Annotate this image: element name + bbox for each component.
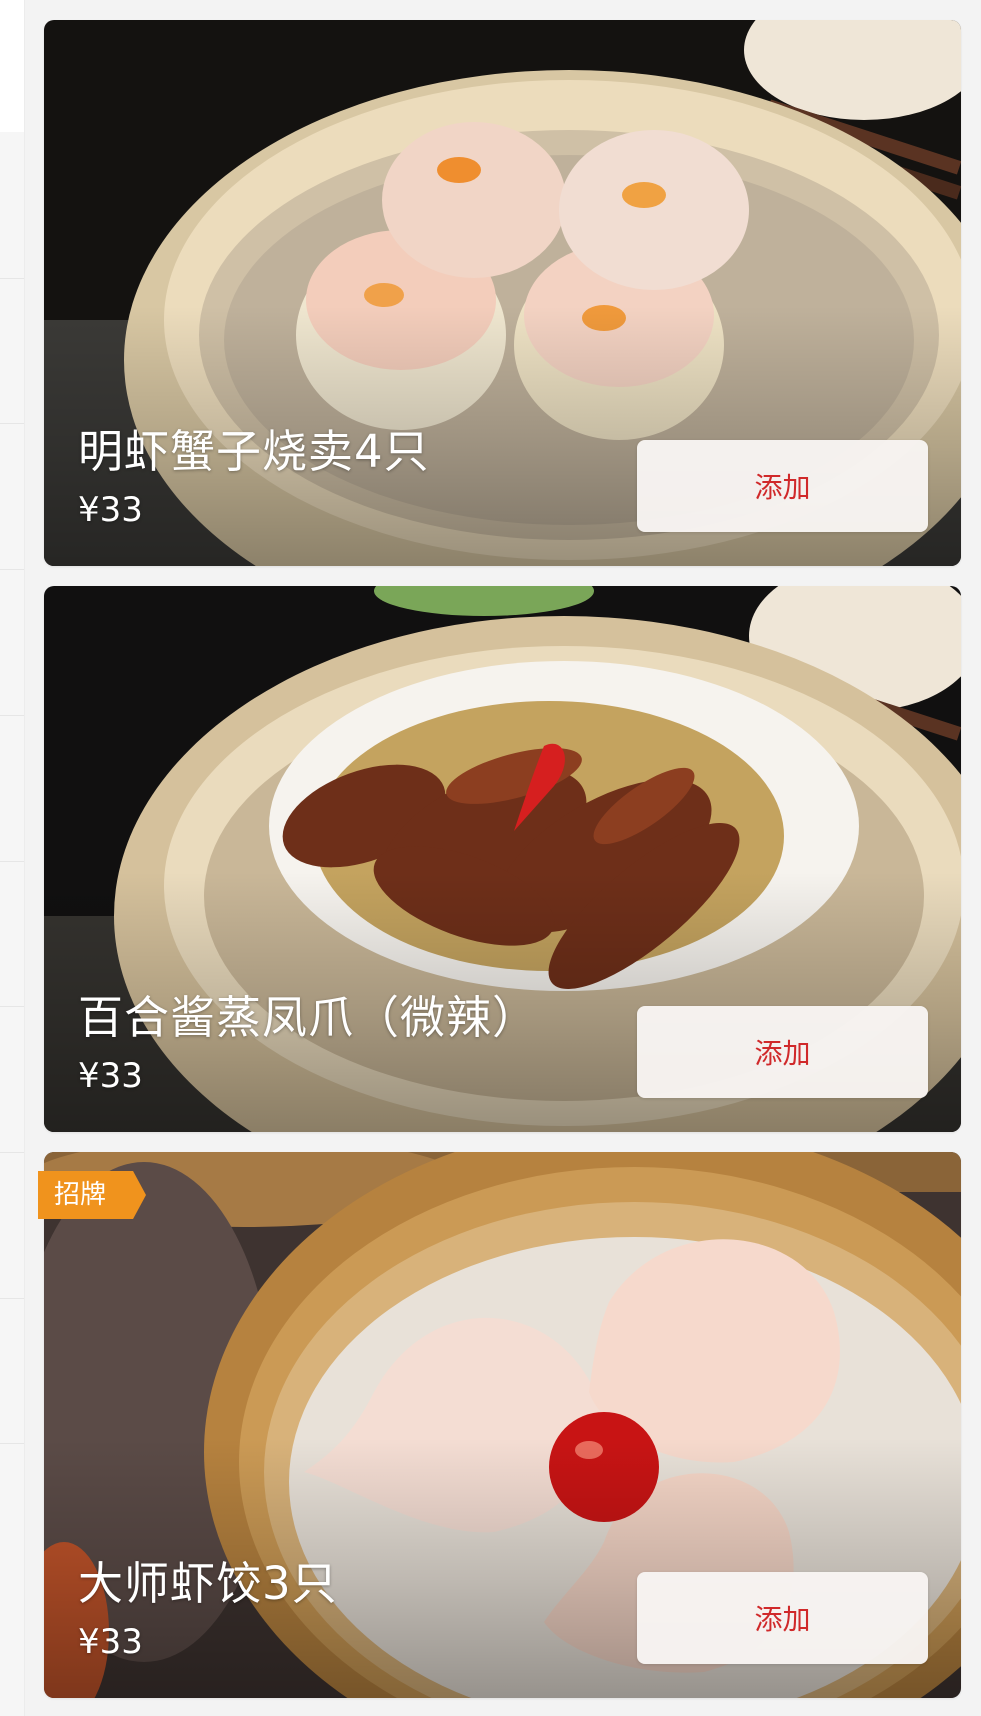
dish-price: ¥33 <box>78 1056 143 1096</box>
signature-badge: 招牌 <box>38 1171 146 1219</box>
category-divider <box>0 715 24 716</box>
dish-price: ¥33 <box>78 1622 143 1662</box>
add-button[interactable]: 添加 <box>637 440 928 532</box>
category-divider <box>0 278 24 279</box>
add-button[interactable]: 添加 <box>637 1006 928 1098</box>
category-divider <box>0 1443 24 1444</box>
dish-card[interactable]: 百合酱蒸凤爪（微辣） ¥33 添加 <box>44 586 961 1132</box>
category-divider <box>0 1152 24 1153</box>
category-divider <box>0 569 24 570</box>
add-button[interactable]: 添加 <box>637 1572 928 1664</box>
category-divider <box>0 861 24 862</box>
dish-name: 大师虾饺3只 <box>78 1557 338 1610</box>
category-sidebar <box>0 0 25 1716</box>
dish-name: 百合酱蒸凤爪（微辣） <box>78 991 539 1044</box>
dish-price: ¥33 <box>78 490 143 530</box>
category-divider <box>0 423 24 424</box>
menu-page: 明虾蟹子烧卖4只 ¥33 添加 百合酱蒸凤爪（微辣） ¥33 添加 大师虾饺3只… <box>0 0 981 1716</box>
dish-card[interactable]: 大师虾饺3只 ¥33 添加 <box>44 1152 961 1698</box>
dish-name: 明虾蟹子烧卖4只 <box>78 425 430 478</box>
category-divider <box>0 1006 24 1007</box>
category-divider <box>0 1298 24 1299</box>
dish-card[interactable]: 明虾蟹子烧卖4只 ¥33 添加 <box>44 20 961 566</box>
category-item-active[interactable] <box>0 0 24 132</box>
